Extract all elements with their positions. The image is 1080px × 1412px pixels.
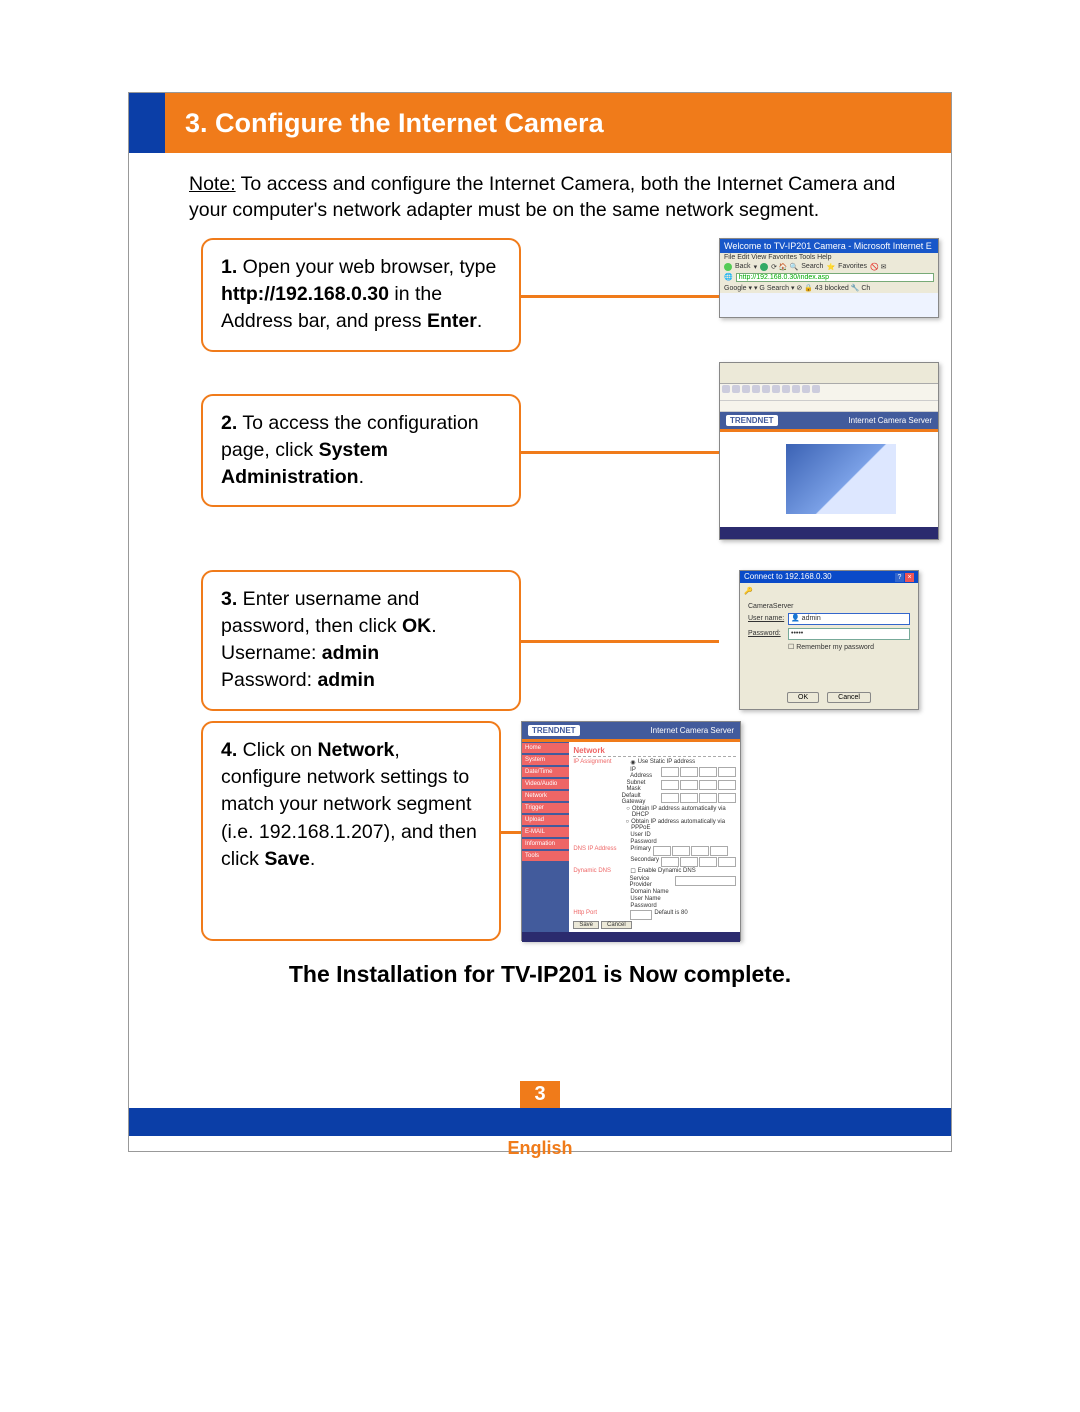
net-body: Home System Date/Time Video/Audio Networ… xyxy=(522,742,740,932)
step-3-box: 3. Enter username and password, then cli… xyxy=(201,570,521,711)
cam-body xyxy=(720,432,938,527)
cam-left xyxy=(720,432,744,527)
footer-language: English xyxy=(129,1136,951,1159)
brand-bar: TRENDNET Internet Camera Server xyxy=(720,412,938,429)
step-1-box: 1. Open your web browser, type http://19… xyxy=(201,238,521,352)
ie-google-toolbar: Google ▾ ▾ G Search ▾ ⊘ 🔒 43 blocked 🔧 C… xyxy=(720,283,938,293)
brand-right: Internet Camera Server xyxy=(650,726,734,735)
note-text: To access and configure the Internet Cam… xyxy=(189,173,895,221)
login-body: CameraServer User name:👤 admin Password:… xyxy=(740,599,918,686)
step-row-4: 4. Click on Network, configure network s… xyxy=(201,721,939,941)
connector xyxy=(501,721,521,941)
section-title-bar: 3. Configure the Internet Camera xyxy=(129,93,951,153)
net-header: Network xyxy=(573,746,736,757)
stop-icon xyxy=(760,263,768,271)
net-main: Network IP Assignment ◉ Use Static IP ad… xyxy=(569,742,740,932)
camera-preview xyxy=(786,444,896,514)
login-user: 👤 admin xyxy=(788,613,910,625)
screenshot-camera-home: TRENDNET Internet Camera Server xyxy=(719,362,939,540)
login-win-buttons: ?× xyxy=(894,572,914,582)
step-row-3: 3. Enter username and password, then cli… xyxy=(201,570,939,711)
section-heading: 3. Configure the Internet Camera xyxy=(165,93,951,153)
net-side-menu: Home System Date/Time Video/Audio Networ… xyxy=(522,742,569,932)
connector xyxy=(521,570,719,711)
net-footer xyxy=(522,932,740,942)
net-save: Save xyxy=(573,921,599,929)
title-accent xyxy=(129,93,165,153)
ie-address-row: 🌐 http://192.168.0.30/index.asp xyxy=(720,272,938,283)
step-row-2: 2. To access the configuration page, cli… xyxy=(201,362,939,540)
ie-title: Welcome to TV-IP201 Camera - Microsoft I… xyxy=(720,239,938,253)
step-2-box: 2. To access the configuration page, cli… xyxy=(201,394,521,508)
net-cancel: Cancel xyxy=(601,921,632,929)
trendnet-logo: TRENDNET xyxy=(726,415,778,426)
screenshot-network-settings: TRENDNET Internet Camera Server Home Sys… xyxy=(521,721,741,941)
s2-toolbar xyxy=(720,384,938,401)
page-number: 3 xyxy=(520,1081,560,1108)
cam-right xyxy=(744,432,938,527)
back-icon xyxy=(724,263,732,271)
screenshot-ie-addressbar: Welcome to TV-IP201 Camera - Microsoft I… xyxy=(719,238,939,318)
ie-url: http://192.168.0.30/index.asp xyxy=(736,273,934,282)
manual-page: 3. Configure the Internet Camera Note: T… xyxy=(128,92,952,1152)
s2-footer xyxy=(720,527,938,539)
help-icon: ? xyxy=(895,573,904,582)
login-pass: ••••• xyxy=(788,628,910,640)
brand-right: Internet Camera Server xyxy=(848,416,932,425)
note-paragraph: Note: To access and configure the Intern… xyxy=(189,171,933,224)
login-titlebar: Connect to 192.168.0.30 ?× xyxy=(740,571,918,583)
s2-win-top xyxy=(720,363,938,384)
step-4-box: 4. Click on Network, configure network s… xyxy=(201,721,501,941)
login-server: CameraServer xyxy=(748,603,910,610)
step-row-1: 1. Open your web browser, type http://19… xyxy=(201,238,939,352)
screenshot-login-dialog: Connect to 192.168.0.30 ?× 🔑 CameraServe… xyxy=(739,570,919,710)
login-buttons: OK Cancel xyxy=(740,686,918,709)
note-label: Note: xyxy=(189,173,236,195)
brand-bar: TRENDNET Internet Camera Server xyxy=(522,722,740,739)
connector xyxy=(521,238,719,352)
s2-toolbar2 xyxy=(720,401,938,412)
login-ok: OK xyxy=(787,692,819,703)
footer-bluebar xyxy=(129,1108,951,1136)
close-icon: × xyxy=(905,573,914,582)
connector xyxy=(521,362,719,540)
step-1-num: 1. xyxy=(221,256,237,278)
ie-e-icon: 🌐 xyxy=(724,273,733,281)
login-remember: ☐ Remember my password xyxy=(788,643,910,651)
completion-message: The Installation for TV-IP201 is Now com… xyxy=(129,961,951,988)
page-footer: 3 English xyxy=(129,1081,951,1159)
ie-toolbar: Back ▾ ⟳ 🏠 🔍 Search ⭐ Favorites 🚫 ✉ xyxy=(720,262,938,272)
trendnet-logo: TRENDNET xyxy=(528,725,580,736)
ie-menu: File Edit View Favorites Tools Help xyxy=(720,253,938,262)
login-keys-icon: 🔑 xyxy=(740,583,918,599)
login-cancel: Cancel xyxy=(827,692,871,703)
